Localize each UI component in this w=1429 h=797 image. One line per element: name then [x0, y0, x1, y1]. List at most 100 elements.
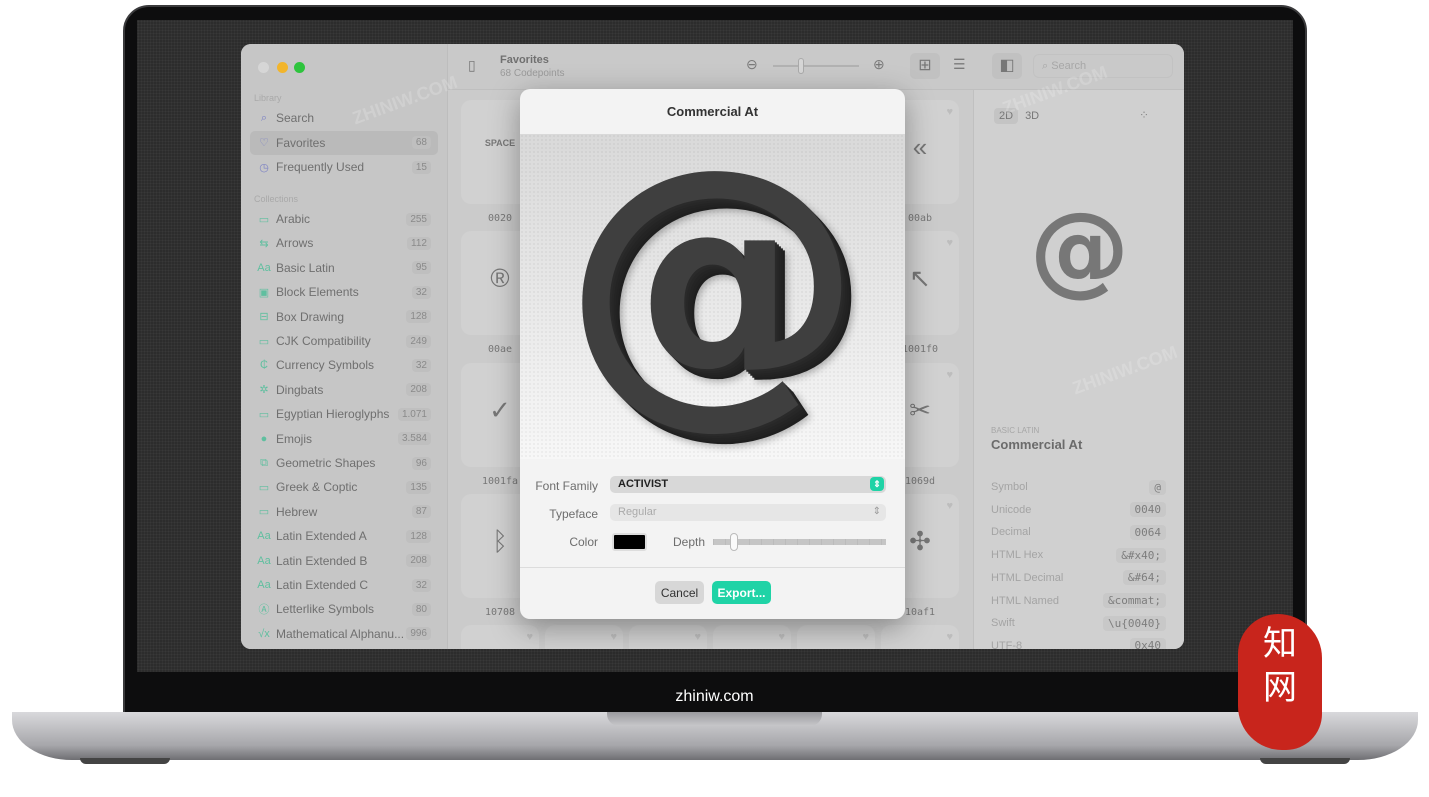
- count-badge: 80: [411, 602, 431, 616]
- 3d-preview[interactable]: @: [520, 104, 905, 459]
- heart-icon[interactable]: ♥: [778, 631, 785, 643]
- glyph-cell[interactable]: ♥: [713, 625, 791, 649]
- glyph-cell[interactable]: ♥: [797, 625, 875, 649]
- heart-icon[interactable]: ♥: [862, 631, 869, 643]
- sidebar-item-arrows[interactable]: ⇆ Arrows 112: [250, 231, 438, 255]
- info-row: HTML Decimal &#64;: [991, 568, 1166, 588]
- heart-icon[interactable]: ♥: [946, 369, 953, 381]
- sidebar-item-label: Favorites: [276, 135, 326, 150]
- sidebar-item-label: Egyptian Hieroglyphs: [276, 407, 390, 422]
- sidebar-item-basic-latin[interactable]: Aa Basic Latin 95: [250, 256, 438, 280]
- divider: [520, 567, 905, 568]
- zoom-button[interactable]: [294, 62, 305, 73]
- depth-slider-thumb[interactable]: [730, 533, 739, 551]
- heart-icon[interactable]: ♥: [694, 631, 701, 643]
- chevron-updown-icon: ⇕: [870, 477, 884, 491]
- sidebar-item-cjk-compatibility[interactable]: ▭ CJK Compatibility 249: [250, 329, 438, 353]
- glyph-cell[interactable]: ♥: [545, 625, 623, 649]
- heart-icon[interactable]: ♥: [946, 500, 953, 512]
- info-value[interactable]: \u{0040}: [1103, 615, 1166, 631]
- info-value[interactable]: &#x40;: [1116, 547, 1166, 563]
- sidebar-item-mathematical-alphanu[interactable]: √x Mathematical Alphanu... 996: [250, 622, 438, 646]
- sidebar-item-frequently-used[interactable]: ◷ Frequently Used 15: [250, 155, 438, 179]
- sidebar-item-latin-extended-c[interactable]: Aa Latin Extended C 32: [250, 573, 438, 597]
- sidebar-item-geometric-shapes[interactable]: ⧉ Geometric Shapes 96: [250, 451, 438, 475]
- sidebar-item-currency-symbols[interactable]: ₵ Currency Symbols 32: [250, 353, 438, 377]
- info-label: Unicode: [991, 503, 1032, 516]
- heart-icon[interactable]: ♥: [610, 631, 617, 643]
- depth-slider[interactable]: [713, 539, 886, 545]
- typeface-select[interactable]: Regular ⇕: [610, 504, 886, 521]
- typeface-label: Typeface: [549, 507, 598, 521]
- folder-icon: ▭: [258, 481, 270, 494]
- zoom-out-icon[interactable]: ⊖: [746, 56, 758, 73]
- info-value[interactable]: @: [1149, 479, 1166, 495]
- smiley-icon: ●: [260, 432, 268, 445]
- gear-icon: ✲: [259, 384, 269, 397]
- sidebar-item-label: Block Elements: [276, 285, 359, 300]
- info-value[interactable]: &#64;: [1122, 570, 1166, 586]
- count-badge: 32: [411, 358, 431, 372]
- zoom-slider-thumb[interactable]: [798, 58, 804, 74]
- sidebar-item-dingbats[interactable]: ✲ Dingbats 208: [250, 378, 438, 402]
- watermark-stamp-logo: 知网: [1238, 614, 1322, 750]
- symbol-preview: @: [1029, 190, 1130, 307]
- minimize-button[interactable]: [277, 62, 288, 73]
- sidebar-item-label: Arrows: [276, 236, 314, 251]
- depth-label: Depth: [673, 535, 706, 549]
- clock-icon: ◷: [259, 161, 269, 174]
- sidebar-item-letterlike-symbols[interactable]: Ⓐ Letterlike Symbols 80: [250, 597, 438, 621]
- list-view-icon[interactable]: ☰: [953, 56, 966, 73]
- sidebar-item-hebrew[interactable]: ▭ Hebrew 87: [250, 500, 438, 524]
- glyph-cell[interactable]: ♥: [629, 625, 707, 649]
- sidebar-item-arabic[interactable]: ▭ Arabic 255: [250, 207, 438, 231]
- grid-view-icon[interactable]: ⊞: [910, 53, 940, 79]
- search-icon: ⌕: [260, 111, 268, 124]
- export-button[interactable]: Export...: [712, 581, 771, 604]
- close-button[interactable]: [258, 62, 269, 73]
- sidebar-item-label: Latin Extended B: [276, 553, 368, 568]
- heart-icon[interactable]: ♥: [946, 237, 953, 249]
- sidebar-toggle-icon[interactable]: ▯: [468, 57, 476, 74]
- info-value[interactable]: 0x40: [1129, 638, 1166, 649]
- sidebar-item-block-elements[interactable]: ▣ Block Elements 32: [250, 280, 438, 304]
- glyph-cell[interactable]: ♥: [881, 625, 959, 649]
- sidebar-item-label: CJK Compatibility: [276, 334, 371, 348]
- info-value[interactable]: 0064: [1129, 524, 1166, 540]
- sidebar-item-egyptian-hieroglyphs[interactable]: ▭ Egyptian Hieroglyphs 1.071: [250, 402, 438, 426]
- heart-icon[interactable]: ♥: [946, 631, 953, 643]
- letterlike-icon: Ⓐ: [258, 604, 270, 617]
- sidebar-item-label: Frequently Used: [276, 160, 365, 174]
- font-family-select[interactable]: ACTIVIST ⇕: [610, 476, 886, 493]
- info-label: Swift: [991, 617, 1015, 630]
- folder-icon: ▭: [258, 335, 270, 348]
- glyph-cell[interactable]: ♥: [461, 625, 539, 649]
- count-badge: 128: [406, 529, 431, 543]
- count-badge: 255: [406, 212, 431, 226]
- info-value[interactable]: 0040: [1129, 502, 1166, 518]
- cancel-button[interactable]: Cancel: [655, 581, 704, 604]
- sidebar-item-emojis[interactable]: ● Emojis 3.584: [250, 427, 438, 451]
- count-badge: 112: [407, 236, 431, 250]
- info-row: HTML Hex &#x40;: [991, 545, 1166, 565]
- info-label: HTML Hex: [991, 549, 1044, 562]
- reset-view-icon[interactable]: ⁘: [1139, 108, 1149, 122]
- count-badge: 87: [411, 505, 431, 519]
- info-label: Decimal: [991, 526, 1031, 539]
- folder-icon: ▭: [258, 408, 270, 421]
- sidebar-item-latin-extended-a[interactable]: Aa Latin Extended A 128: [250, 524, 438, 548]
- sidebar-item-latin-extended-b[interactable]: Aa Latin Extended B 208: [250, 549, 438, 573]
- color-well[interactable]: [612, 533, 647, 551]
- text-icon: Aa: [257, 530, 271, 543]
- sidebar-item-greek-coptic[interactable]: ▭ Greek & Coptic 135: [250, 475, 438, 499]
- inspector-toggle-icon[interactable]: ◧: [992, 53, 1022, 79]
- count-badge: 15: [411, 160, 431, 174]
- heart-icon[interactable]: ♥: [946, 106, 953, 118]
- zoom-slider[interactable]: [773, 65, 859, 67]
- info-value[interactable]: &commat;: [1103, 593, 1166, 608]
- heart-icon[interactable]: ♥: [526, 631, 533, 643]
- sidebar-item-label: Basic Latin: [276, 260, 335, 275]
- sidebar-item-box-drawing[interactable]: ⊟ Box Drawing 128: [250, 305, 438, 329]
- sidebar-item-favorites[interactable]: ♡ Favorites 68: [250, 130, 438, 155]
- zoom-in-icon[interactable]: ⊕: [873, 56, 885, 73]
